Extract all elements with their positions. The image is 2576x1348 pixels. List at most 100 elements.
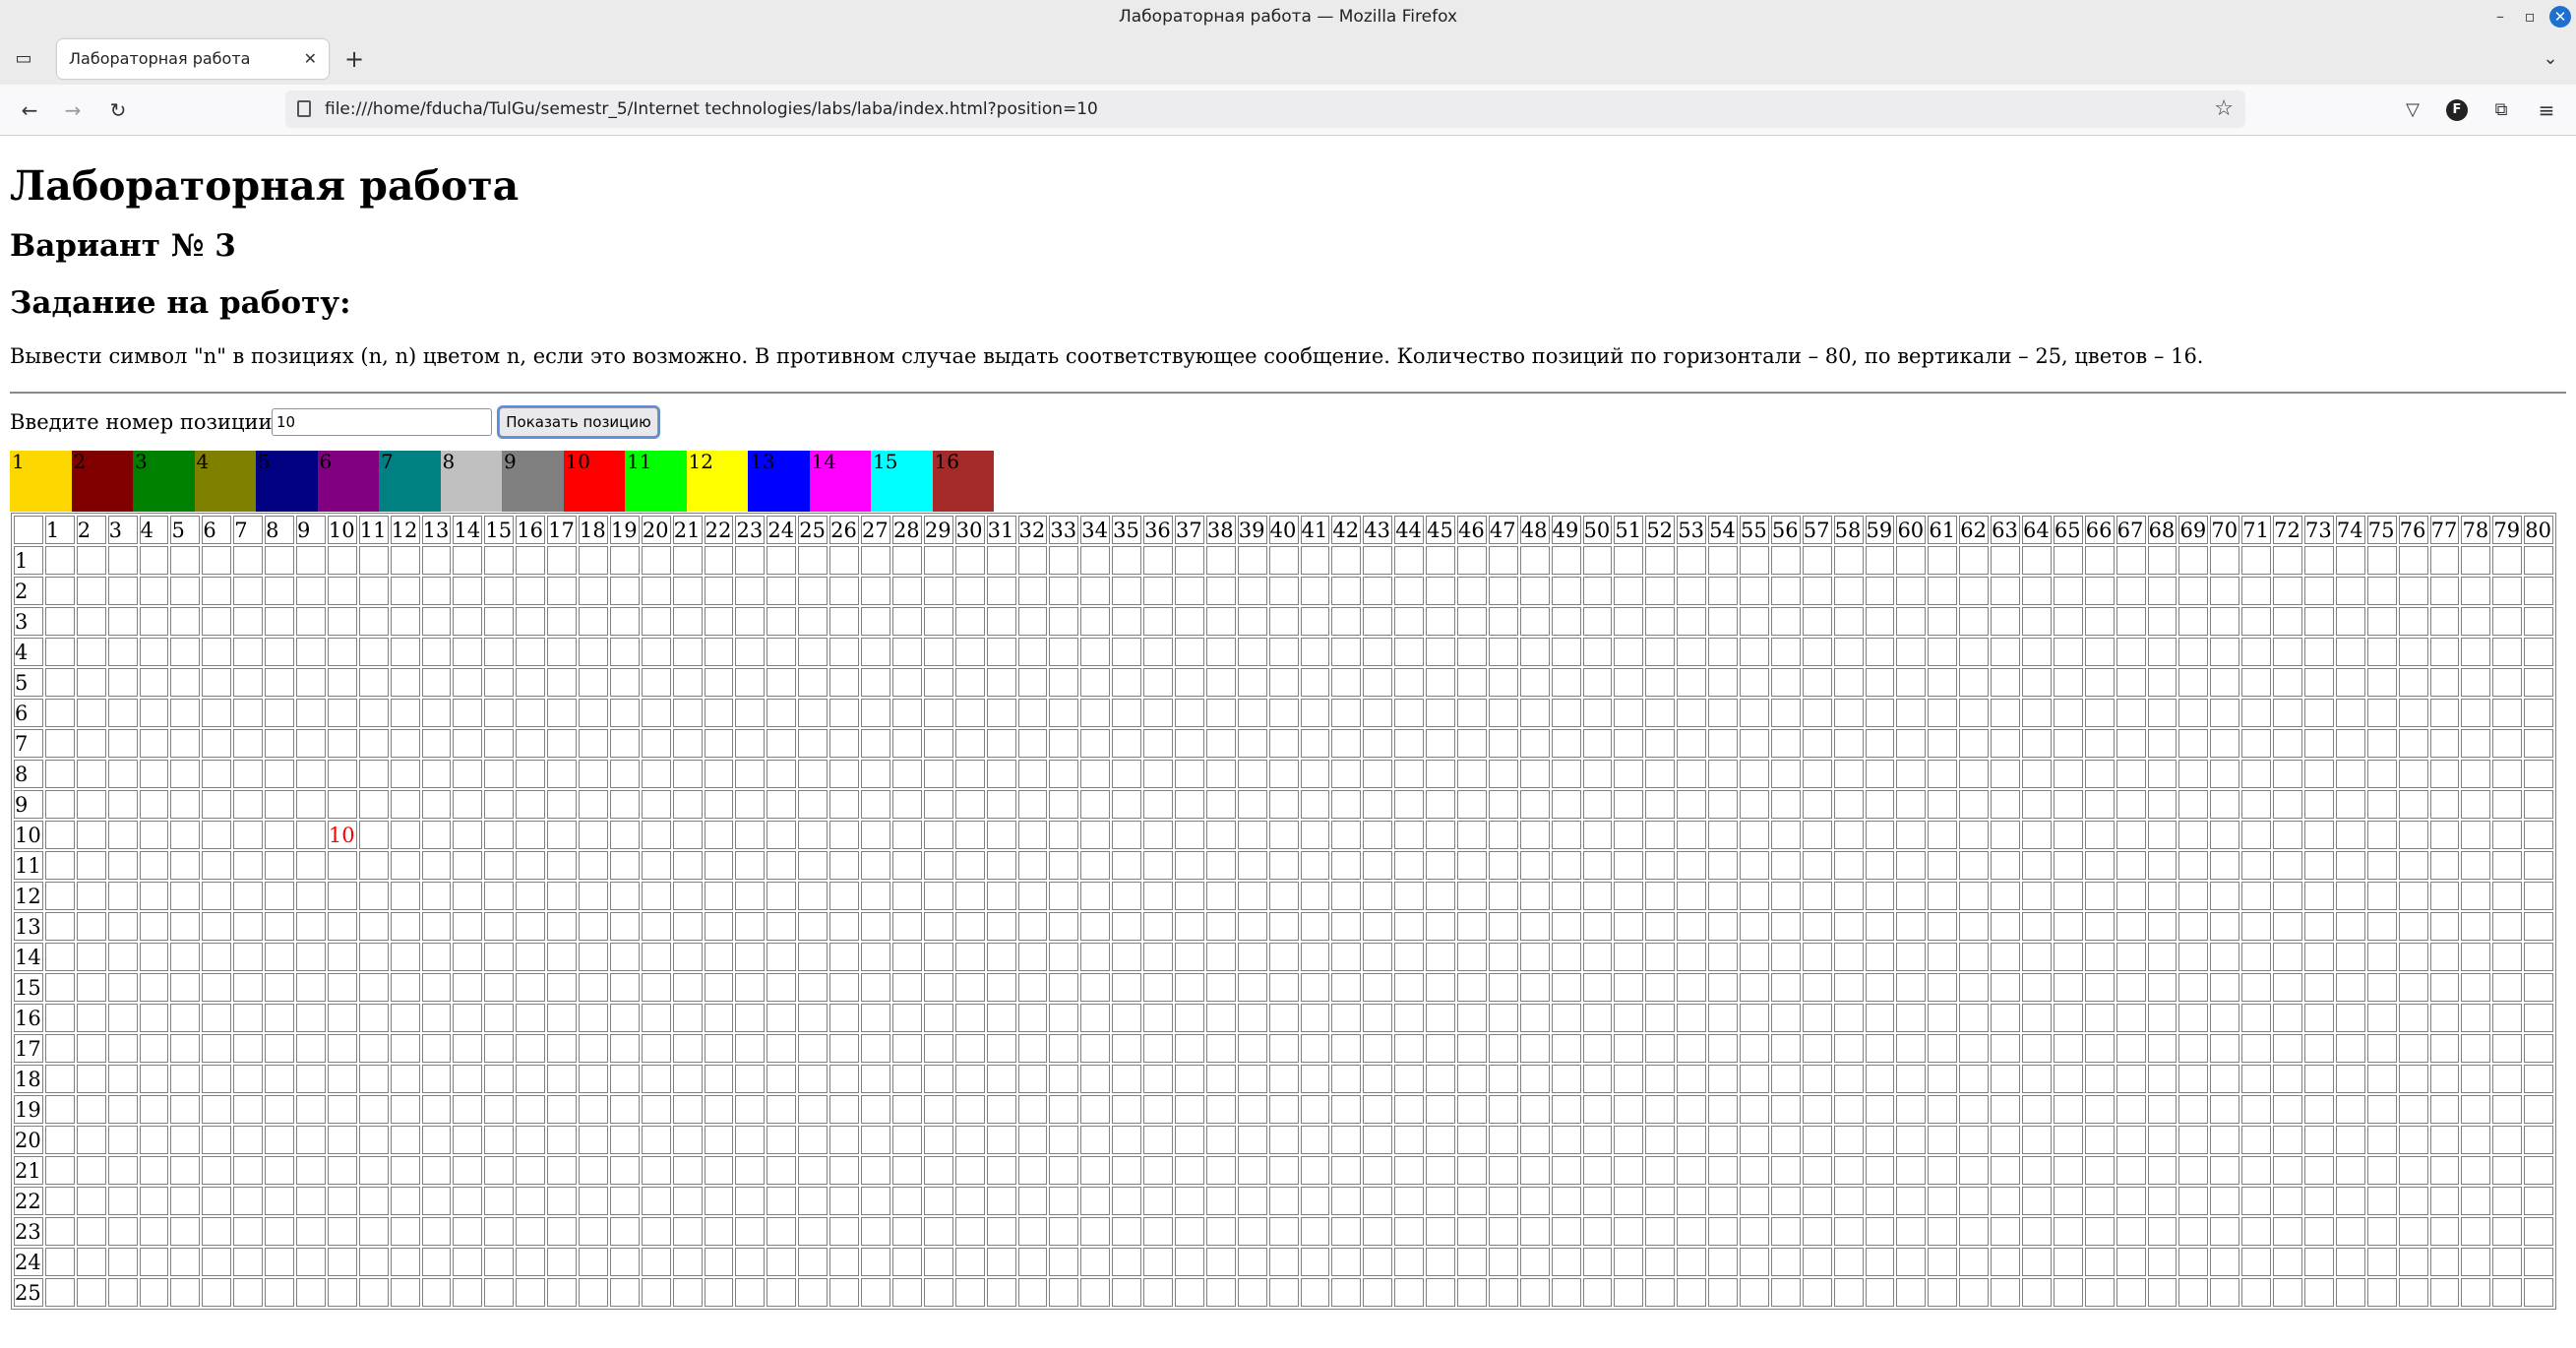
hamburger-menu-icon[interactable]: ≡ <box>2531 94 2562 126</box>
grid-cell <box>1456 1004 1487 1032</box>
grid-cell <box>2210 1187 2240 1215</box>
grid-cell <box>861 1095 890 1124</box>
grid-cell <box>2273 699 2303 727</box>
reload-icon[interactable]: ↻ <box>102 94 134 126</box>
tab-list-icon[interactable]: ▭ <box>8 43 39 75</box>
chevron-down-icon[interactable]: ⌄ <box>2535 43 2566 75</box>
grid-cell <box>609 699 640 727</box>
pocket-icon[interactable]: ▽ <box>2397 94 2428 126</box>
grid-cell <box>2461 577 2491 605</box>
grid-cell <box>1551 760 1581 788</box>
grid-cell <box>2461 1156 2491 1185</box>
grid-cell <box>1080 912 1111 941</box>
tab-close-icon[interactable]: ✕ <box>304 39 317 79</box>
column-header: 24 <box>767 516 797 544</box>
grid-cell <box>1174 729 1204 758</box>
grid-cell <box>861 577 890 605</box>
grid-cell <box>1865 546 1895 575</box>
plus-icon[interactable]: + <box>338 43 370 75</box>
grid-cell <box>735 1248 766 1276</box>
grid-cell <box>2084 943 2115 971</box>
grid-cell <box>170 790 201 819</box>
grid-cell <box>390 943 420 971</box>
position-input[interactable] <box>272 408 492 436</box>
tab-active[interactable]: Лабораторная работа ✕ <box>57 39 329 79</box>
grid-cell <box>1551 1004 1581 1032</box>
column-header: 5 <box>170 516 201 544</box>
grid-cell <box>233 699 264 727</box>
grid-cell <box>891 973 922 1002</box>
puzzle-icon[interactable]: ⧉ <box>2485 94 2517 126</box>
grid-cell <box>672 1248 703 1276</box>
grid-cell <box>390 1095 420 1124</box>
show-position-button[interactable]: Показать позицию <box>499 407 658 437</box>
grid-cell <box>1645 1156 1676 1185</box>
grid-cell <box>1049 577 1079 605</box>
grid-cell <box>1865 1126 1895 1154</box>
grid-cell <box>1143 638 1173 666</box>
grid-cell <box>1928 821 1958 849</box>
grid-cell <box>2116 546 2146 575</box>
grid-cell <box>1708 882 1738 910</box>
grid-cell <box>139 821 169 849</box>
grid-row: 6 <box>14 699 2554 727</box>
grid-cell <box>1582 668 1613 697</box>
grid-cell <box>170 1126 201 1154</box>
grid-cell <box>954 1278 985 1307</box>
column-header: 46 <box>1456 516 1487 544</box>
grid-cell <box>2461 699 2491 727</box>
arrow-right-icon[interactable]: → <box>57 94 89 126</box>
grid-cell <box>641 821 671 849</box>
account-icon[interactable]: F <box>2446 99 2468 121</box>
grid-cell <box>2524 638 2554 666</box>
grid-cell <box>1017 638 1048 666</box>
grid-cell <box>2147 1034 2177 1063</box>
grid-cell <box>170 943 201 971</box>
grid-cell <box>453 821 483 849</box>
column-header: 30 <box>954 516 985 544</box>
grid-cell <box>2429 1156 2460 1185</box>
maximize-icon[interactable]: ▫ <box>2517 0 2543 33</box>
grid-cell <box>202 1126 232 1154</box>
column-header: 69 <box>2178 516 2209 544</box>
row-header: 11 <box>14 851 43 880</box>
arrow-left-icon[interactable]: ← <box>14 94 45 126</box>
grid-cell <box>861 943 890 971</box>
grid-row: 24 <box>14 1248 2554 1276</box>
grid-cell <box>202 973 232 1002</box>
grid-cell <box>1237 1095 1267 1124</box>
address-bar[interactable]: file:///home/fducha/TulGu/semestr_5/Inte… <box>285 91 2245 128</box>
grid-cell <box>202 607 232 636</box>
grid-cell <box>986 943 1016 971</box>
grid-cell <box>2147 638 2177 666</box>
grid-cell <box>1363 668 1393 697</box>
grid-cell <box>390 577 420 605</box>
minimize-icon[interactable]: – <box>2487 0 2513 33</box>
grid-cell <box>484 607 515 636</box>
grid-cell <box>2178 1095 2209 1124</box>
grid-cell <box>202 577 232 605</box>
grid-cell <box>1959 1034 1990 1063</box>
grid-cell <box>516 943 546 971</box>
grid-cell <box>1833 1126 1864 1154</box>
grid-cell <box>986 607 1016 636</box>
grid-cell <box>44 546 75 575</box>
close-window-icon[interactable]: ✕ <box>2549 6 2571 28</box>
star-icon[interactable]: ☆ <box>2214 91 2234 128</box>
grid-cell <box>2366 882 2397 910</box>
grid-cell <box>1614 699 1644 727</box>
grid-cell <box>2147 1095 2177 1124</box>
grid-cell <box>1456 821 1487 849</box>
grid-cell <box>1363 638 1393 666</box>
grid-cell <box>579 821 608 849</box>
grid-cell <box>2147 912 2177 941</box>
grid-cell <box>44 1217 75 1246</box>
grid-cell <box>1174 821 1204 849</box>
grid-cell <box>327 1156 357 1185</box>
grid-cell <box>1802 1004 1832 1032</box>
grid-cell <box>453 699 483 727</box>
grid-cell <box>1519 546 1550 575</box>
grid-cell <box>170 1217 201 1246</box>
grid-cell <box>390 912 420 941</box>
grid-cell <box>265 1095 295 1124</box>
